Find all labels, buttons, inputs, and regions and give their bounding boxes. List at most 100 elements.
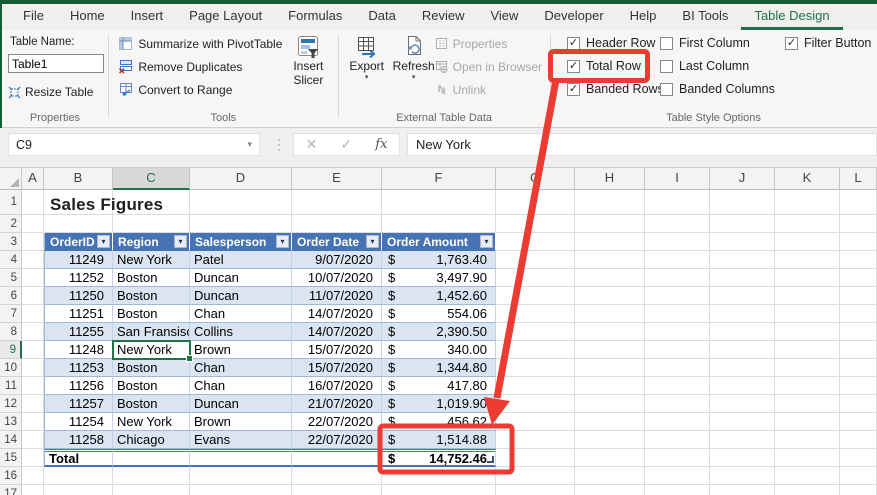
cell-F5[interactable]: $3,497.90 <box>382 269 496 287</box>
cell-E10[interactable]: 15/07/2020 <box>292 359 382 377</box>
cell-K2[interactable] <box>775 215 840 233</box>
cell-K12[interactable] <box>775 395 840 413</box>
cell-D14[interactable]: Evans <box>190 431 292 449</box>
checkbox-first-column[interactable]: First Column <box>660 36 775 50</box>
cell-L8[interactable] <box>840 323 877 341</box>
cell-L12[interactable] <box>840 395 877 413</box>
cell-C4[interactable]: New York <box>113 251 190 269</box>
column-header-I[interactable]: I <box>645 168 710 190</box>
cell-L2[interactable] <box>840 215 877 233</box>
cell-K1[interactable] <box>775 190 840 215</box>
cell-D4[interactable]: Patel <box>190 251 292 269</box>
cell-E6[interactable]: 11/07/2020 <box>292 287 382 305</box>
cell-H12[interactable] <box>575 395 645 413</box>
cell-I1[interactable] <box>645 190 710 215</box>
cell-J8[interactable] <box>710 323 775 341</box>
cell-I14[interactable] <box>645 431 710 449</box>
cell-L7[interactable] <box>840 305 877 323</box>
cell-A10[interactable] <box>22 359 44 377</box>
cell-I9[interactable] <box>645 341 710 359</box>
cell-E11[interactable]: 16/07/2020 <box>292 377 382 395</box>
cell-K4[interactable] <box>775 251 840 269</box>
cell-D8[interactable]: Collins <box>190 323 292 341</box>
cell-J13[interactable] <box>710 413 775 431</box>
cell-G7[interactable] <box>496 305 575 323</box>
column-header-D[interactable]: D <box>190 168 292 190</box>
column-header-H[interactable]: H <box>575 168 645 190</box>
cell-D3[interactable]: Salesperson▾ <box>190 233 292 251</box>
cell-A5[interactable] <box>22 269 44 287</box>
cell-B4[interactable]: 11249 <box>44 251 113 269</box>
cell-G13[interactable] <box>496 413 575 431</box>
checkbox-box-filter-button[interactable]: ✓ <box>785 37 798 50</box>
cell-B17[interactable] <box>44 485 113 495</box>
cell-D13[interactable]: Brown <box>190 413 292 431</box>
cell-J1[interactable] <box>710 190 775 215</box>
cell-A15[interactable] <box>22 449 44 467</box>
tab-review[interactable]: Review <box>409 4 478 30</box>
row-header-13[interactable]: 13 <box>0 413 22 431</box>
cell-H10[interactable] <box>575 359 645 377</box>
checkbox-banded-columns[interactable]: Banded Columns <box>660 82 775 96</box>
cell-L6[interactable] <box>840 287 877 305</box>
tab-bi-tools[interactable]: BI Tools <box>669 4 741 30</box>
cell-A1[interactable] <box>22 190 44 215</box>
cell-I5[interactable] <box>645 269 710 287</box>
cell-J11[interactable] <box>710 377 775 395</box>
row-header-7[interactable]: 7 <box>0 305 22 323</box>
cell-J16[interactable] <box>710 467 775 485</box>
row-header-9[interactable]: 9 <box>0 341 22 359</box>
cell-F14[interactable]: $1,514.88 <box>382 431 496 449</box>
tab-data[interactable]: Data <box>355 4 408 30</box>
cell-A17[interactable] <box>22 485 44 495</box>
cell-L10[interactable] <box>840 359 877 377</box>
cell-G6[interactable] <box>496 287 575 305</box>
cell-I8[interactable] <box>645 323 710 341</box>
convert-to-range-button[interactable]: Convert to Range <box>118 81 282 98</box>
table-name-input[interactable] <box>8 54 104 73</box>
cell-K14[interactable] <box>775 431 840 449</box>
table-resize-handle[interactable] <box>487 456 494 463</box>
cell-J2[interactable] <box>710 215 775 233</box>
cell-E7[interactable]: 14/07/2020 <box>292 305 382 323</box>
cell-K6[interactable] <box>775 287 840 305</box>
fill-handle[interactable] <box>186 355 193 362</box>
cell-L14[interactable] <box>840 431 877 449</box>
column-header-E[interactable]: E <box>292 168 382 190</box>
cell-G10[interactable] <box>496 359 575 377</box>
cell-A11[interactable] <box>22 377 44 395</box>
cell-E3[interactable]: Order Date▾ <box>292 233 382 251</box>
cell-D11[interactable]: Chan <box>190 377 292 395</box>
cell-I2[interactable] <box>645 215 710 233</box>
cell-A6[interactable] <box>22 287 44 305</box>
cell-L13[interactable] <box>840 413 877 431</box>
formula-bar-resize-handle[interactable]: ⋮ <box>272 137 286 151</box>
cell-J17[interactable] <box>710 485 775 495</box>
cell-K8[interactable] <box>775 323 840 341</box>
cell-A4[interactable] <box>22 251 44 269</box>
cell-B10[interactable]: 11253 <box>44 359 113 377</box>
cell-D7[interactable]: Chan <box>190 305 292 323</box>
cell-B14[interactable]: 11258 <box>44 431 113 449</box>
row-header-11[interactable]: 11 <box>0 377 22 395</box>
cell-F6[interactable]: $1,452.60 <box>382 287 496 305</box>
cell-C9[interactable]: New York <box>113 341 190 359</box>
cell-L17[interactable] <box>840 485 877 495</box>
cell-K7[interactable] <box>775 305 840 323</box>
cell-C2[interactable] <box>113 215 190 233</box>
cell-L11[interactable] <box>840 377 877 395</box>
checkbox-banded-rows[interactable]: ✓Banded Rows <box>567 82 664 96</box>
cell-D5[interactable]: Duncan <box>190 269 292 287</box>
cell-J9[interactable] <box>710 341 775 359</box>
cell-D16[interactable] <box>190 467 292 485</box>
cell-E9[interactable]: 15/07/2020 <box>292 341 382 359</box>
tab-developer[interactable]: Developer <box>531 4 616 30</box>
cell-E16[interactable] <box>292 467 382 485</box>
cell-G17[interactable] <box>496 485 575 495</box>
checkbox-total-row[interactable]: ✓Total Row <box>567 59 664 73</box>
cell-C7[interactable]: Boston <box>113 305 190 323</box>
cell-J3[interactable] <box>710 233 775 251</box>
cell-H6[interactable] <box>575 287 645 305</box>
cell-H2[interactable] <box>575 215 645 233</box>
cell-C15[interactable] <box>113 449 190 467</box>
